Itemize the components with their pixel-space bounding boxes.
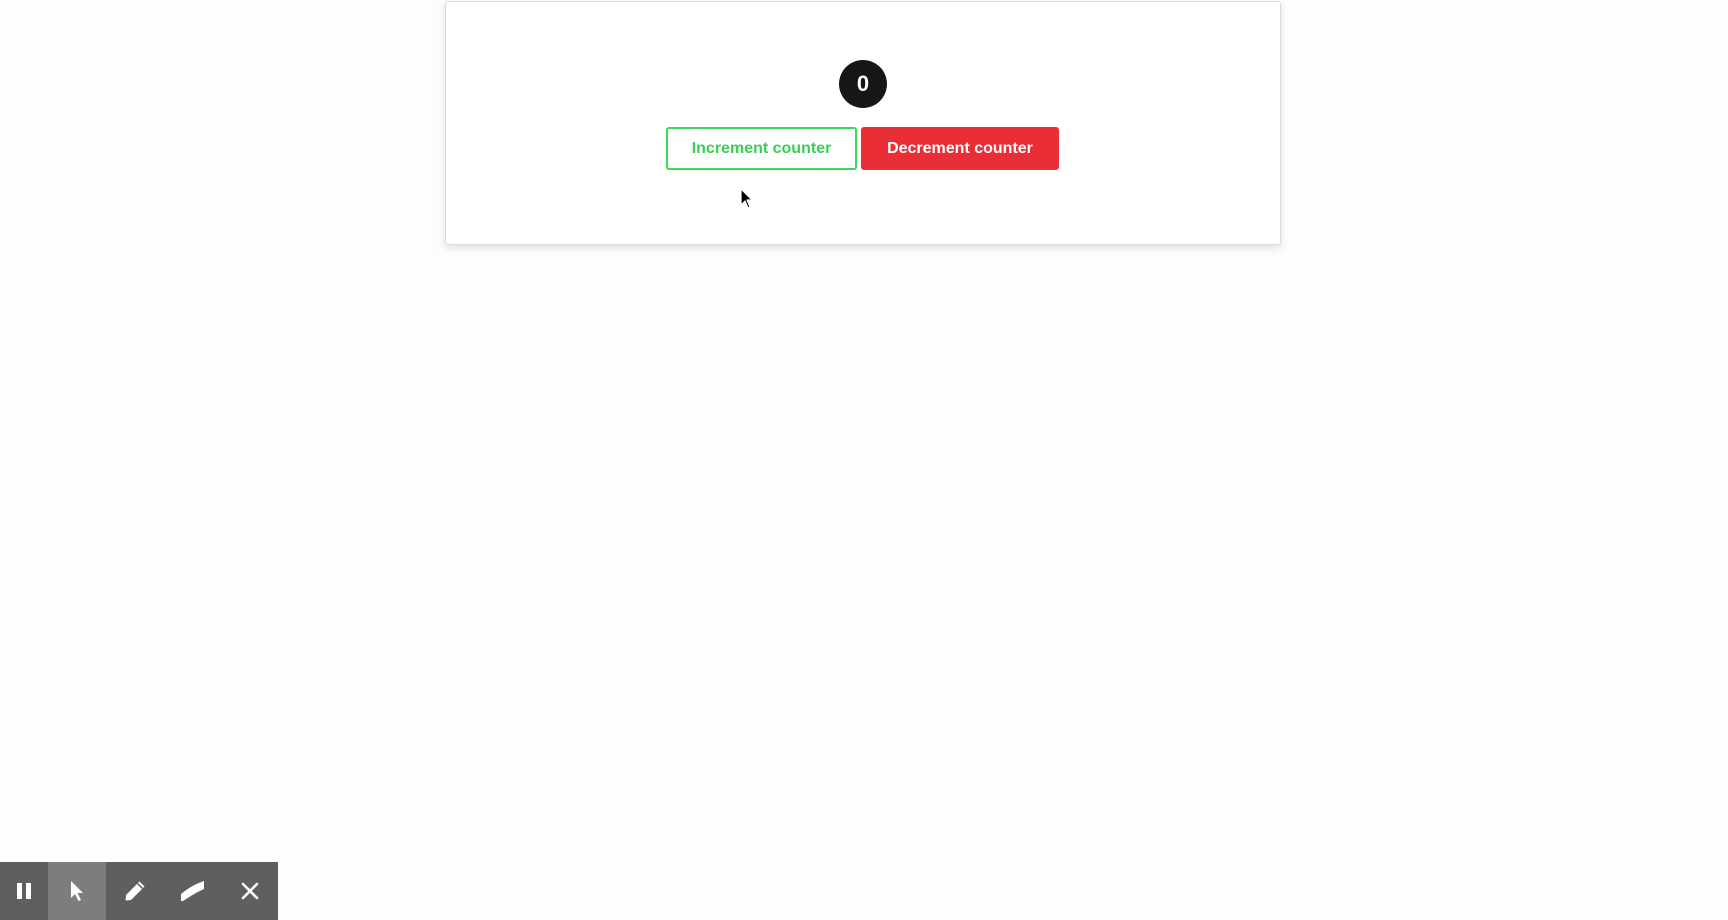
close-toolbar-button[interactable] [221,862,278,920]
pen-tool-button[interactable] [106,862,164,920]
pen-icon [125,881,145,901]
pause-button[interactable] [0,862,48,920]
pointer-icon [71,881,83,901]
pointer-tool-button[interactable] [48,862,106,920]
counter-card: 0 Increment counter Decrement counter [445,1,1281,245]
annotation-toolbar [0,862,278,920]
highlighter-tool-button[interactable] [164,862,221,920]
increment-counter-button[interactable]: Increment counter [666,127,857,170]
decrement-counter-button[interactable]: Decrement counter [861,127,1059,170]
page: 0 Increment counter Decrement counter [0,0,1728,920]
close-icon [241,882,258,900]
mouse-cursor-icon [740,188,753,209]
highlighter-icon [180,881,204,901]
pause-icon [17,883,31,899]
counter-value-badge: 0 [839,60,887,108]
